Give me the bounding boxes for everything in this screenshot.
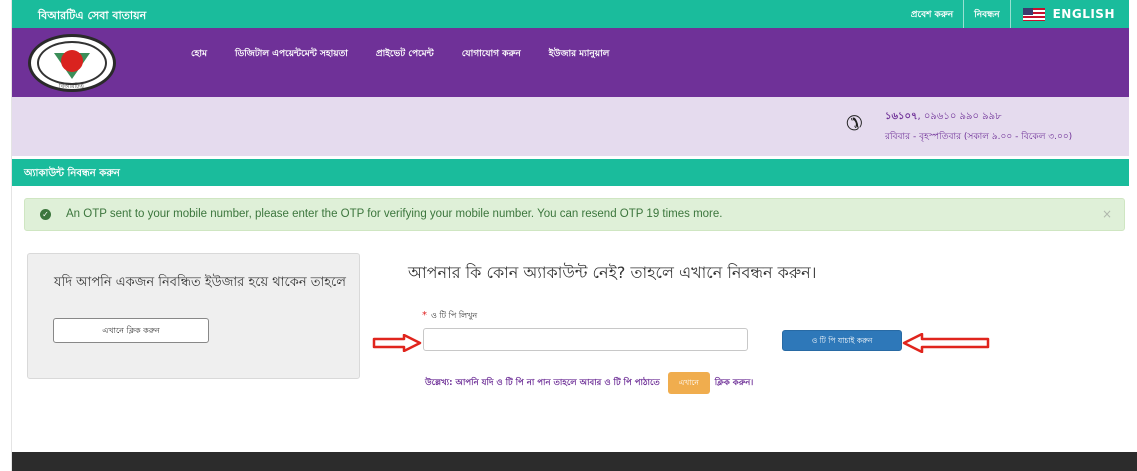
office-hours: রবিবার - বৃহস্পতিবার (সকাল ৯.০০ - বিকেল … bbox=[885, 132, 1073, 142]
brta-logo[interactable]: বিআরটিএ bbox=[28, 34, 116, 92]
section-title: অ্যাকাউন্ট নিবন্ধন করুন bbox=[24, 168, 120, 179]
language-label: ENGLISH bbox=[1052, 7, 1115, 21]
logo-dot bbox=[61, 50, 83, 72]
registration-heading: আপনার কি কোন অ্যাকাউন্ট নেই? তাহলে এখানে… bbox=[408, 263, 817, 282]
login-link[interactable]: প্রবেশ করুন bbox=[901, 0, 963, 28]
nav-menu: হোম ডিজিটাল এপয়েন্টমেন্ট সহায়তা প্রাইভ… bbox=[191, 46, 637, 61]
resend-otp-line: উল্লেখ্য: আপনি যদি ও টি পি না পান তাহলে … bbox=[425, 372, 753, 394]
hotline-numbers: ১৬১০৭, ০৯৬১০ ৯৯০ ৯৯৮ bbox=[885, 109, 1002, 126]
left-arrow-annotation-icon bbox=[902, 333, 990, 353]
check-circle-icon: ✓ bbox=[40, 209, 51, 220]
language-switch[interactable]: ENGLISH bbox=[1009, 0, 1129, 28]
registered-user-text: যদি আপনি একজন নিবন্ধিত ইউজার হয়ে থাকেন … bbox=[54, 275, 346, 290]
resend-otp-button[interactable]: এখানে bbox=[667, 372, 710, 394]
alert-message: An OTP sent to your mobile number, pleas… bbox=[66, 208, 723, 220]
click-here-button[interactable]: এখানে ক্লিক করুন bbox=[53, 318, 209, 343]
hotline-secondary: , ০৯৬১০ ৯৯০ ৯৯৮ bbox=[917, 111, 1002, 122]
us-flag-icon bbox=[1022, 7, 1045, 21]
logo-text: বিআরটিএ bbox=[59, 83, 84, 90]
otp-label-text: ও টি পি লিখুন bbox=[431, 311, 478, 320]
otp-input[interactable] bbox=[423, 328, 748, 351]
contact-strip: ✆ ১৬১০৭, ০৯৬১০ ৯৯০ ৯৯৮ রবিবার - বৃহস্পতি… bbox=[12, 97, 1129, 156]
nav-item-contact[interactable]: যোগাযোগ করুন bbox=[462, 46, 521, 61]
resend-note: উল্লেখ্য: আপনি যদি ও টি পি না পান তাহলে … bbox=[425, 378, 660, 388]
nav-item-user-manual[interactable]: ইউজার ম্যানুয়াল bbox=[549, 46, 610, 61]
otp-field-label: * ও টি পি লিখুন bbox=[422, 310, 477, 323]
phone-icon: ✆ bbox=[846, 111, 863, 135]
right-arrow-annotation-icon bbox=[372, 334, 422, 352]
left-gutter bbox=[0, 0, 12, 471]
resend-suffix: ক্লিক করুন। bbox=[714, 378, 754, 388]
close-icon[interactable]: × bbox=[1102, 207, 1112, 221]
register-link[interactable]: নিবন্ধন bbox=[963, 0, 1009, 28]
top-bar: বিআরটিএ সেবা বাতায়ন প্রবেশ করুন নিবন্ধন… bbox=[12, 0, 1129, 28]
section-header: অ্যাকাউন্ট নিবন্ধন করুন bbox=[12, 159, 1129, 186]
site-title[interactable]: বিআরটিএ সেবা বাতায়ন bbox=[38, 7, 146, 26]
footer-bar bbox=[12, 452, 1137, 471]
nav-item-private-payment[interactable]: প্রাইভেট পেমেন্ট bbox=[376, 46, 434, 61]
hotline-primary: ১৬১০৭ bbox=[885, 111, 918, 122]
registered-user-box: যদি আপনি একজন নিবন্ধিত ইউজার হয়ে থাকেন … bbox=[27, 253, 360, 379]
verify-otp-button[interactable]: ও টি পি যাচাই করুন bbox=[782, 330, 902, 351]
otp-sent-alert: ✓ An OTP sent to your mobile number, ple… bbox=[24, 198, 1125, 231]
top-links: প্রবেশ করুন নিবন্ধন ENGLISH bbox=[901, 0, 1129, 28]
page: বিআরটিএ সেবা বাতায়ন প্রবেশ করুন নিবন্ধন… bbox=[0, 0, 1137, 471]
nav-item-home[interactable]: হোম bbox=[191, 46, 207, 61]
required-marker: * bbox=[422, 310, 427, 321]
nav-item-digital-appointment[interactable]: ডিজিটাল এপয়েন্টমেন্ট সহায়তা bbox=[235, 46, 348, 61]
main-navbar: বিআরটিএ হোম ডিজিটাল এপয়েন্টমেন্ট সহায়ত… bbox=[12, 28, 1129, 97]
